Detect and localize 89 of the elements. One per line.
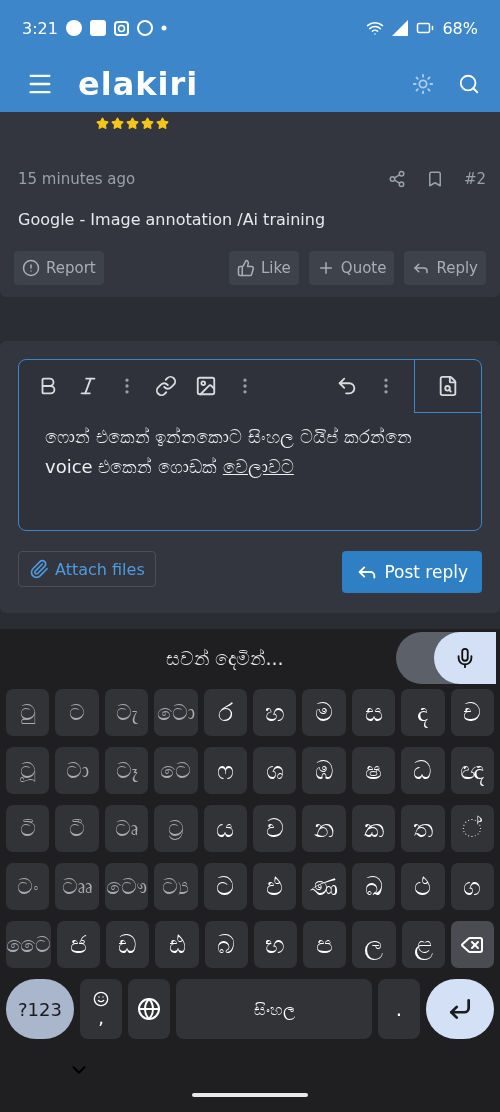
key[interactable]: ඛ xyxy=(351,863,396,910)
key[interactable]: ටො xyxy=(154,689,198,736)
key[interactable]: ල xyxy=(352,921,396,968)
key[interactable]: ක xyxy=(351,805,396,852)
paperclip-icon xyxy=(29,559,49,579)
key[interactable]: භ xyxy=(253,921,298,968)
alert-icon xyxy=(22,259,40,277)
camera-icon xyxy=(113,20,129,36)
thumbs-up-icon xyxy=(236,259,255,277)
attach-files-button[interactable]: Attach files xyxy=(18,551,156,587)
key[interactable]: ව xyxy=(253,805,297,852)
key[interactable]: ටූ xyxy=(6,747,50,794)
key[interactable]: ටෑ xyxy=(104,747,149,794)
key[interactable]: ටි xyxy=(6,805,50,852)
backspace-key[interactable] xyxy=(450,921,494,968)
key[interactable]: ථ xyxy=(401,863,445,910)
key[interactable]: ඹ xyxy=(302,747,346,794)
post-time: 15 minutes ago xyxy=(18,170,137,188)
post-title: Google - Image annotation /Ai training xyxy=(18,210,327,229)
key[interactable]: ද xyxy=(401,689,445,736)
key[interactable]: ටෘ xyxy=(104,805,149,852)
key[interactable]: ෆ xyxy=(203,747,248,794)
mic-button[interactable] xyxy=(434,632,496,684)
period-key[interactable]: . xyxy=(378,979,420,1039)
signal-icon xyxy=(392,20,409,36)
key[interactable]: ට xyxy=(55,689,99,736)
key[interactable]: ණ xyxy=(302,863,346,910)
post-action-button[interactable]: Quote xyxy=(308,251,395,285)
status-time: 3:21 xyxy=(22,18,58,38)
key[interactable]: ෂ xyxy=(351,747,396,794)
key[interactable]: ජ xyxy=(57,921,101,968)
app-icon xyxy=(89,20,106,36)
key[interactable]: ධ xyxy=(401,747,445,794)
key[interactable]: බ xyxy=(204,921,248,968)
post-reply-button[interactable]: Post reply xyxy=(342,551,482,593)
key[interactable]: ඥ xyxy=(450,747,495,794)
enter-icon xyxy=(447,996,473,1022)
comma-key[interactable]: , xyxy=(80,979,122,1039)
space-key[interactable]: සිංහල xyxy=(176,979,372,1039)
dot-icon xyxy=(160,25,167,31)
key[interactable]: ප xyxy=(303,921,347,968)
globe-icon xyxy=(137,997,161,1021)
listening-text: සවන් දෙමින්... xyxy=(165,646,285,670)
symbols-key[interactable]: ?123 xyxy=(6,979,74,1039)
key[interactable]: ටෞ xyxy=(104,863,149,910)
key[interactable]: ඵ xyxy=(253,863,297,910)
post-number[interactable]: #2 xyxy=(463,170,486,188)
undo-icon[interactable] xyxy=(336,375,358,397)
image-icon[interactable] xyxy=(195,375,217,397)
emoji-icon xyxy=(93,990,109,1007)
post-action-button[interactable]: Like xyxy=(228,251,299,285)
key[interactable]: හ xyxy=(253,689,297,736)
key[interactable]: ට්‍ර xyxy=(154,805,198,852)
key[interactable]: ම xyxy=(302,689,346,736)
wifi-icon xyxy=(366,19,385,37)
reply-editor[interactable]: ෆොන් එකෙන් ඉන්නකොට සිංහල ටයිප් කරන්නෙ voice එකෙන් ගොඩක් වෙලාවට xyxy=(18,359,482,531)
site-logo[interactable]: elakiri xyxy=(78,65,388,103)
reply-text: ෆොන් එකෙන් ඉන්නකොට සිංහල ටයිප් කරන්නෙ voice එකෙන් ගොඩක් වෙලාවට xyxy=(45,425,413,480)
key[interactable]: ස xyxy=(351,689,396,736)
key[interactable]: ත xyxy=(401,805,445,852)
key[interactable]: න xyxy=(302,805,346,852)
language-key[interactable] xyxy=(128,979,170,1039)
search-icon[interactable] xyxy=(458,73,480,95)
key[interactable]: ටී xyxy=(55,805,99,852)
preview-icon[interactable] xyxy=(437,374,459,397)
key[interactable]: ටං xyxy=(6,863,50,910)
key[interactable]: ◌් xyxy=(450,805,495,852)
key[interactable]: ටා xyxy=(55,747,99,794)
post-action-button[interactable]: Report xyxy=(14,251,104,285)
key[interactable]: ඩ xyxy=(106,921,150,968)
post-action-button[interactable]: Reply xyxy=(404,251,486,285)
key[interactable]: ග xyxy=(450,863,495,910)
key[interactable]: ටු xyxy=(6,689,50,736)
key[interactable]: ර xyxy=(203,689,248,736)
key[interactable]: ට්‍ය xyxy=(154,863,198,910)
share-icon[interactable] xyxy=(387,170,406,188)
key[interactable]: ටැ xyxy=(104,689,149,736)
key[interactable]: ටෛ xyxy=(6,921,51,968)
key[interactable]: ටෙ xyxy=(154,747,198,794)
key[interactable]: ට xyxy=(203,863,248,910)
battery-level: 68% xyxy=(442,18,478,38)
link-icon[interactable] xyxy=(155,375,177,397)
key[interactable]: ශ xyxy=(253,747,297,794)
key[interactable]: ච xyxy=(450,689,495,736)
enter-key[interactable] xyxy=(426,979,494,1039)
key[interactable]: ඪ xyxy=(155,921,199,968)
key[interactable]: ළ xyxy=(401,921,445,968)
key[interactable]: ටෲ xyxy=(55,863,99,910)
key[interactable]: ය xyxy=(203,805,248,852)
